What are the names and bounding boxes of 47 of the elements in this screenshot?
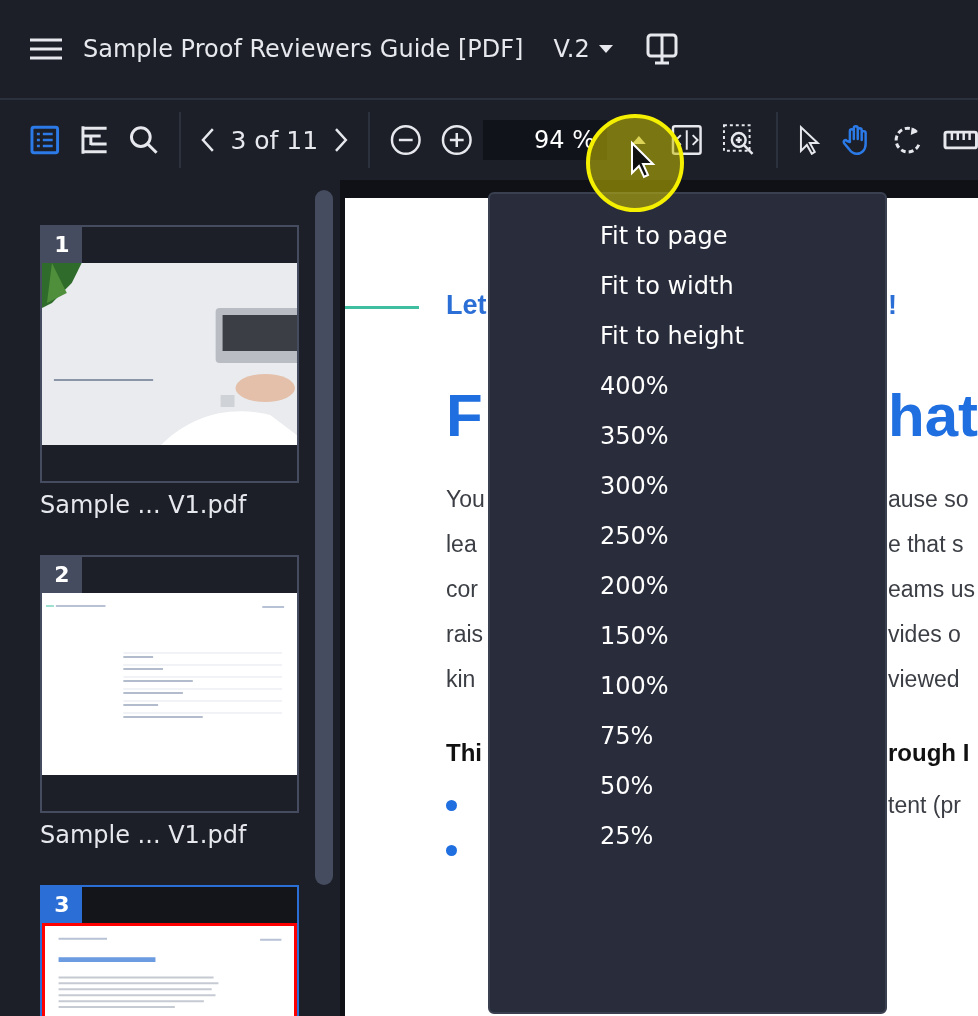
zoom-in-icon[interactable] bbox=[441, 124, 473, 156]
ruler-icon[interactable] bbox=[942, 129, 978, 151]
body-text: vides o bbox=[888, 621, 961, 648]
thumbnail-card[interactable]: 3 bbox=[40, 885, 299, 1016]
section-label: Let bbox=[446, 290, 487, 321]
section-label: ! bbox=[888, 290, 897, 321]
menu-icon[interactable] bbox=[30, 38, 62, 60]
next-page-icon[interactable] bbox=[334, 127, 348, 153]
body-text: kin bbox=[446, 666, 476, 693]
bullet-icon bbox=[446, 800, 457, 811]
body-text: eams us bbox=[888, 576, 975, 603]
body-text: You bbox=[446, 486, 485, 513]
page-heading: F bbox=[446, 381, 483, 450]
page-heading: hat bbox=[888, 381, 978, 450]
caret-icon[interactable] bbox=[631, 135, 647, 145]
search-icon[interactable] bbox=[129, 125, 159, 155]
fit-icon[interactable] bbox=[670, 124, 703, 156]
rotate-icon[interactable] bbox=[892, 124, 923, 156]
subheading: Thi bbox=[446, 739, 482, 767]
thumbnail-card[interactable]: 1 bbox=[40, 225, 299, 483]
body-text: e that s bbox=[888, 531, 964, 558]
page-number: 2 bbox=[42, 557, 82, 593]
bullet-icon bbox=[446, 845, 457, 856]
body-text: cor bbox=[446, 576, 478, 603]
body-text: rais bbox=[446, 621, 484, 648]
subheading: rough I bbox=[888, 739, 970, 767]
version-dropdown[interactable]: V.2 bbox=[553, 35, 614, 63]
page-number: 3 bbox=[42, 887, 82, 923]
bullet-text: tent (pr bbox=[888, 792, 961, 819]
scrollbar[interactable] bbox=[315, 190, 333, 885]
zoom-out-icon[interactable] bbox=[389, 124, 422, 156]
body-text: viewed bbox=[888, 666, 960, 693]
file-name: Sample ... V1.pdf bbox=[40, 821, 248, 849]
page-number: 1 bbox=[42, 227, 82, 263]
pointer-icon[interactable] bbox=[797, 125, 822, 155]
file-name: Sample ... V1.pdf bbox=[40, 491, 248, 519]
document-title: Sample Proof Reviewers Guide [PDF] bbox=[83, 35, 524, 63]
thumbnails-icon[interactable] bbox=[30, 125, 60, 155]
body-text: ause so bbox=[888, 486, 969, 513]
previous-page-icon[interactable] bbox=[200, 127, 215, 153]
body-text: lea bbox=[446, 531, 477, 558]
caret-icon bbox=[597, 44, 614, 54]
page-indicator: 3 of 11 bbox=[230, 125, 319, 155]
thumbnail-card[interactable]: 2 bbox=[40, 555, 299, 813]
monitor-icon[interactable] bbox=[645, 33, 678, 65]
outline-icon[interactable] bbox=[79, 124, 110, 156]
zoom-area-icon[interactable] bbox=[722, 123, 756, 157]
